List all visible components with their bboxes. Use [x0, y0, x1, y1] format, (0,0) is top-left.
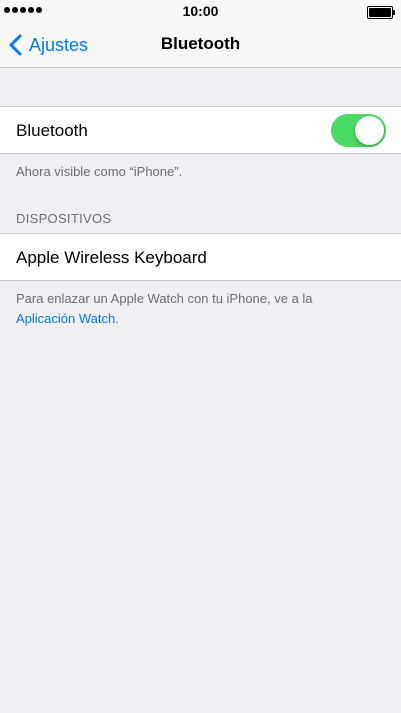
- visibility-note: Ahora visible como “iPhone”.: [16, 164, 183, 179]
- watch-note: Para enlazar un Apple Watch con tu iPhon…: [16, 289, 386, 329]
- watch-app-link[interactable]: Aplicación Watch: [16, 311, 115, 326]
- device-row[interactable]: Apple Wireless Keyboard: [0, 233, 401, 281]
- toggle-knob: [355, 116, 384, 145]
- watch-note-suffix: .: [115, 311, 119, 326]
- device-name: Apple Wireless Keyboard: [16, 248, 207, 267]
- bluetooth-toggle[interactable]: [331, 114, 386, 147]
- page-title: Bluetooth: [160, 34, 241, 53]
- navigation-bar: Ajustes Bluetooth: [0, 22, 401, 68]
- bluetooth-row-label: Bluetooth: [16, 121, 88, 140]
- battery-icon: [367, 6, 395, 19]
- watch-note-text: Para enlazar un Apple Watch con tu iPhon…: [16, 291, 313, 306]
- status-bar: 10:00: [0, 0, 401, 22]
- status-time: 10:00: [182, 3, 219, 19]
- devices-section-header: DISPOSITIVOS: [16, 211, 112, 226]
- bluetooth-row: Bluetooth: [0, 106, 401, 154]
